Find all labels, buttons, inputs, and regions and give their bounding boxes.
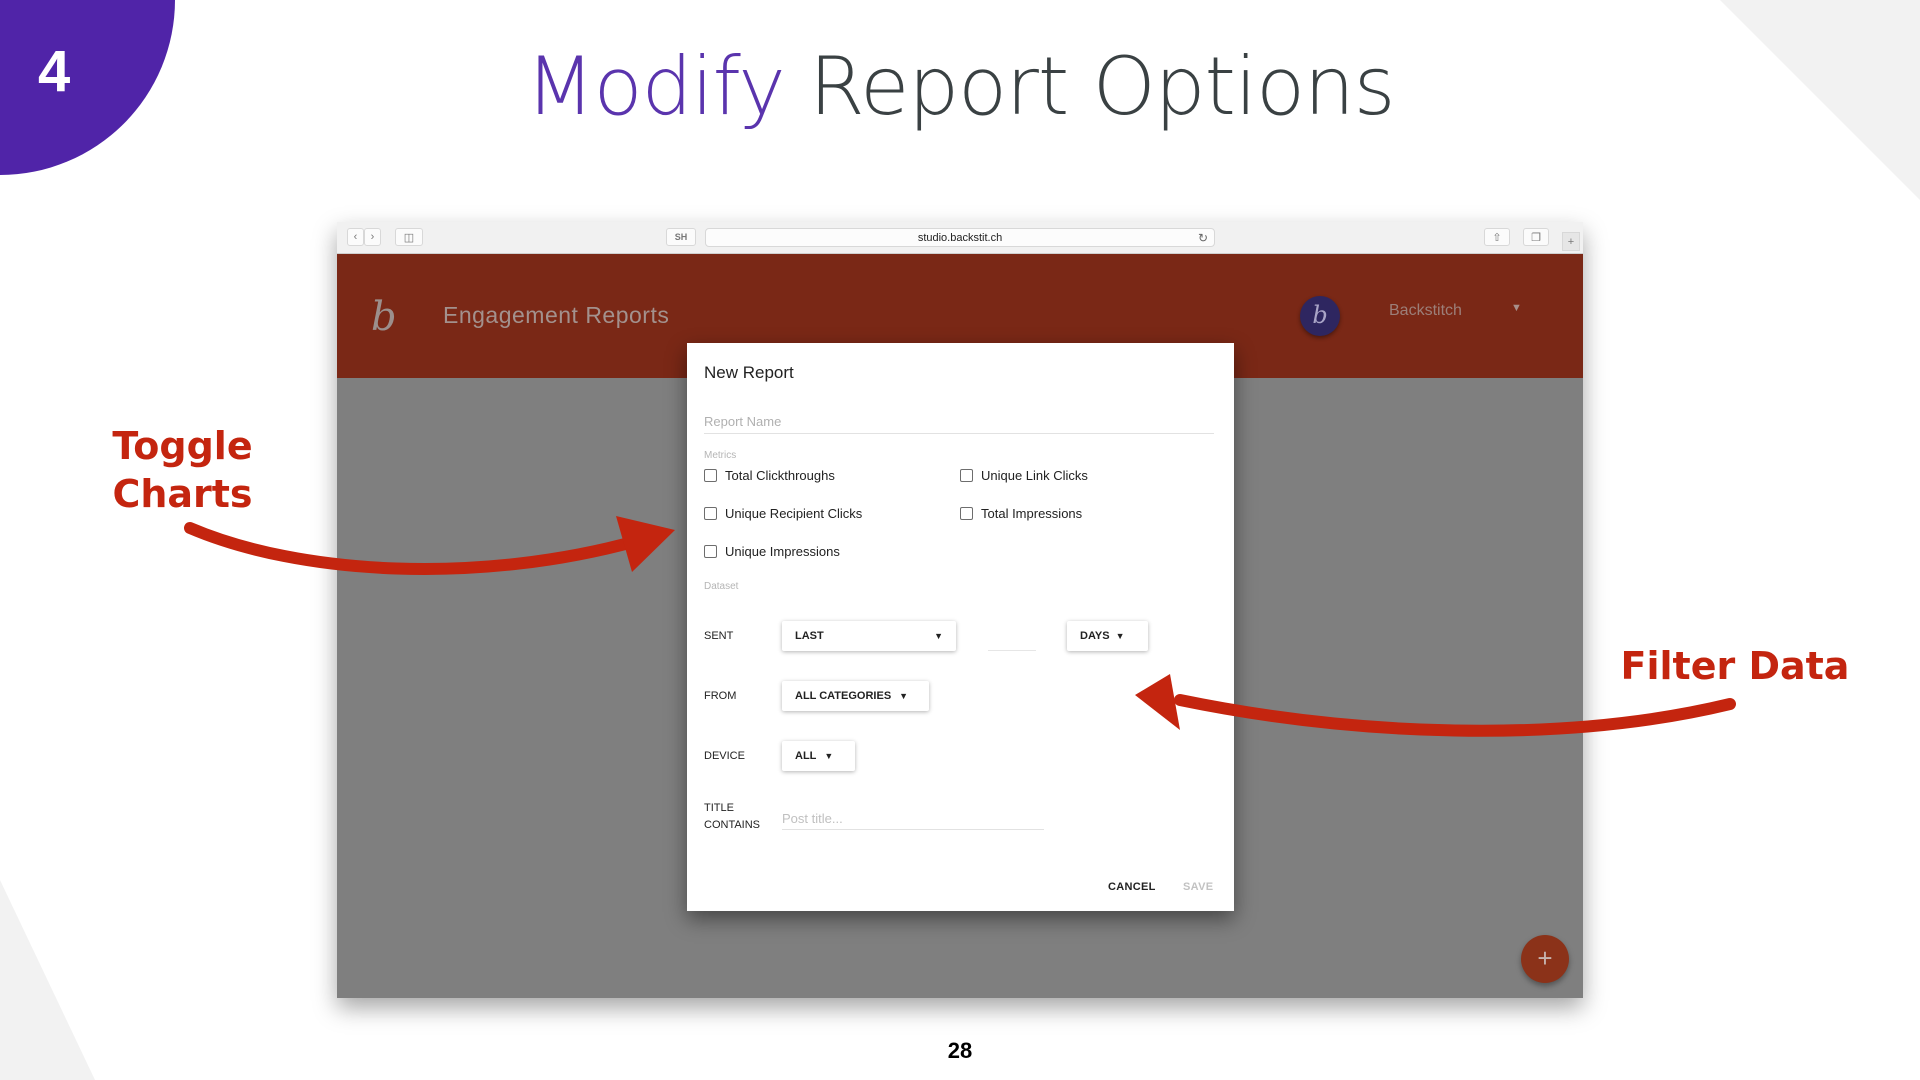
arrowhead-toggle-charts bbox=[616, 516, 675, 572]
annotation-toggle-charts: Toggle Charts bbox=[100, 422, 265, 518]
arrow-toggle-charts bbox=[184, 522, 646, 575]
page-number: 28 bbox=[947, 1038, 973, 1063]
annotation-toggle-charts-line1: Toggle bbox=[112, 424, 253, 468]
annotation-arrows bbox=[184, 516, 1736, 737]
arrow-filter-data bbox=[1174, 694, 1736, 737]
annotation-toggle-charts-line2: Charts bbox=[112, 472, 253, 516]
annotation-filter-data: Filter Data bbox=[1620, 644, 1850, 688]
arrowhead-filter-data bbox=[1135, 674, 1180, 730]
